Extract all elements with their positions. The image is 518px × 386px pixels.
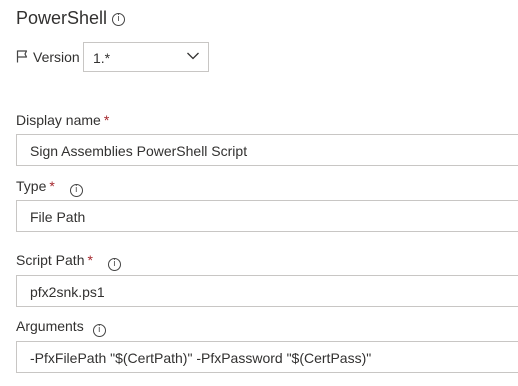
- version-dropdown[interactable]: 1.*: [83, 42, 209, 72]
- required-mark: *: [49, 178, 55, 194]
- info-icon[interactable]: i: [92, 324, 106, 337]
- version-label: Version: [33, 49, 80, 65]
- arguments-value: -PfxFilePath "$(CertPath)" -PfxPassword …: [30, 350, 372, 366]
- script-path-label: Script Path * i: [16, 252, 121, 271]
- type-value: File Path: [30, 209, 86, 225]
- chevron-down-icon: [187, 52, 199, 60]
- script-path-value: pfx2snk.ps1: [30, 284, 105, 300]
- display-name-value: Sign Assemblies PowerShell Script: [30, 143, 248, 159]
- version-value: 1.*: [93, 50, 111, 66]
- script-path-input[interactable]: pfx2snk.ps1: [16, 275, 518, 307]
- info-icon[interactable]: i: [112, 13, 125, 26]
- info-icon[interactable]: i: [69, 184, 83, 197]
- flag-icon: [16, 50, 28, 63]
- display-name-label: Display name *: [16, 112, 110, 128]
- info-icon[interactable]: i: [107, 258, 121, 271]
- display-name-input[interactable]: Sign Assemblies PowerShell Script: [16, 134, 518, 166]
- page-title: PowerShell: [16, 8, 108, 28]
- arguments-label: Arguments i: [16, 318, 106, 337]
- arguments-input[interactable]: -PfxFilePath "$(CertPath)" -PfxPassword …: [16, 341, 518, 373]
- required-mark: *: [87, 252, 93, 268]
- type-dropdown[interactable]: File Path: [16, 200, 518, 232]
- type-label: Type * i: [16, 178, 83, 197]
- required-mark: *: [103, 112, 110, 128]
